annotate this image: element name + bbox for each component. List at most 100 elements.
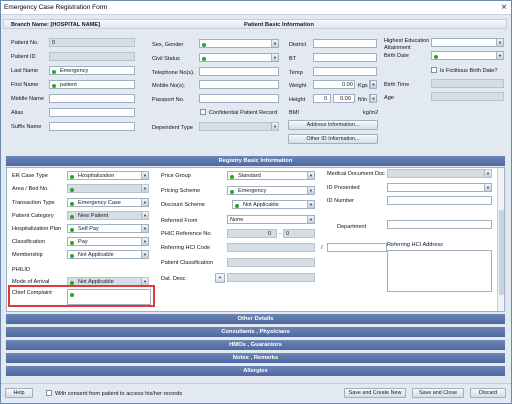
department-input[interactable] bbox=[387, 220, 492, 229]
chevron-down-icon[interactable]: ▼ bbox=[271, 123, 278, 130]
bmi-unit: kg/m2 bbox=[363, 110, 379, 116]
suffix-name-input[interactable] bbox=[49, 122, 135, 131]
close-icon[interactable]: × bbox=[501, 2, 507, 14]
bt-input[interactable] bbox=[313, 53, 377, 62]
referring-hci-input[interactable] bbox=[227, 243, 315, 252]
passport-input[interactable] bbox=[199, 94, 279, 103]
birth-date-input[interactable]: ▼ bbox=[431, 51, 504, 60]
er-case-type-select[interactable]: Hospitalization ▼ bbox=[67, 171, 149, 180]
help-button[interactable]: Help bbox=[5, 388, 33, 398]
middle-name-label: Middle Name bbox=[11, 96, 44, 102]
discount-scheme-select[interactable]: Not Applicable ▼ bbox=[232, 200, 315, 209]
dependent-type-label: Dependent Type bbox=[152, 125, 193, 131]
telephone-input[interactable] bbox=[199, 67, 279, 76]
chevron-down-icon[interactable]: ▼ bbox=[141, 225, 148, 232]
chevron-down-icon[interactable]: ▼ bbox=[141, 185, 148, 192]
hospitalization-plan-select[interactable]: Self Pay ▼ bbox=[67, 224, 149, 233]
height-unit-select[interactable]: ▼ bbox=[369, 94, 377, 103]
chevron-down-icon[interactable]: ▼ bbox=[496, 39, 503, 46]
required-icon bbox=[70, 240, 74, 245]
mobile-input[interactable] bbox=[199, 80, 279, 89]
referring-hci-name-input[interactable] bbox=[327, 243, 387, 252]
dependent-type-select[interactable]: ▼ bbox=[199, 122, 279, 131]
chevron-down-icon[interactable]: ▼ bbox=[307, 201, 314, 208]
chevron-down-icon[interactable]: ▼ bbox=[141, 199, 148, 206]
chevron-down-icon[interactable]: ▼ bbox=[141, 278, 148, 285]
fictitious-birthdate-checkbox[interactable] bbox=[431, 67, 437, 73]
classification-select[interactable]: Pay ▼ bbox=[67, 237, 149, 246]
weight-input[interactable]: 0.00 bbox=[313, 80, 355, 89]
chevron-down-icon[interactable]: ▼ bbox=[307, 187, 314, 194]
confidential-checkbox[interactable] bbox=[200, 109, 206, 115]
dat-desc-input[interactable] bbox=[227, 273, 315, 282]
registry-scrollbar[interactable] bbox=[497, 168, 504, 311]
civil-status-select[interactable]: ▼ bbox=[199, 53, 279, 62]
id-number-input[interactable] bbox=[387, 196, 492, 205]
chevron-down-icon[interactable]: ▼ bbox=[271, 40, 278, 47]
area-bed-select[interactable]: ▼ bbox=[67, 184, 149, 193]
temp-input[interactable] bbox=[313, 67, 377, 76]
district-input[interactable] bbox=[313, 39, 377, 48]
other-id-information-button[interactable]: Other ID Information... bbox=[288, 134, 378, 144]
consent-checkbox[interactable] bbox=[46, 390, 52, 396]
price-group-select[interactable]: Standard ▼ bbox=[227, 171, 315, 180]
section-consultants[interactable]: Consultants , Physicians bbox=[6, 327, 505, 337]
first-name-input[interactable]: patient bbox=[49, 80, 135, 89]
chevron-down-icon[interactable]: ▼ bbox=[271, 54, 278, 61]
add-icon[interactable]: + bbox=[215, 273, 225, 283]
age-field bbox=[431, 92, 504, 101]
discard-button[interactable]: Discard bbox=[470, 388, 506, 398]
chevron-down-icon[interactable]: ▼ bbox=[484, 184, 491, 191]
er-case-type-label: ER Case Type bbox=[12, 173, 48, 179]
registry-basic-info-header[interactable]: Registry Basic Information bbox=[6, 156, 505, 166]
window-title: Emergency Case Registration Form bbox=[4, 4, 108, 11]
chevron-down-icon[interactable]: ▼ bbox=[370, 81, 376, 88]
membership-label: Membership bbox=[12, 252, 43, 258]
required-icon bbox=[434, 54, 438, 59]
referring-hci-address-input[interactable] bbox=[387, 250, 492, 292]
id-presented-select[interactable]: ▼ bbox=[387, 183, 492, 192]
save-and-create-new-button[interactable]: Save and Create New bbox=[344, 388, 406, 398]
phic-dash: - bbox=[279, 231, 281, 237]
title-bar: Emergency Case Registration Form × bbox=[1, 1, 511, 15]
temp-label: Temp bbox=[289, 70, 303, 76]
height-ft-input[interactable]: 0 bbox=[313, 94, 331, 103]
membership-select[interactable]: Not Applicable ▼ bbox=[67, 250, 149, 259]
chevron-down-icon[interactable]: ▼ bbox=[141, 251, 148, 258]
patient-category-label: Patient Category bbox=[12, 213, 54, 219]
medical-doctor-select[interactable]: ▼ bbox=[387, 169, 492, 178]
address-information-button[interactable]: Address Information... bbox=[288, 120, 378, 130]
section-hmos[interactable]: HMOs , Guarantors bbox=[6, 340, 505, 350]
chevron-down-icon[interactable]: ▼ bbox=[141, 172, 148, 179]
phic-reference-input-2[interactable]: 0 bbox=[283, 229, 315, 238]
alias-input[interactable] bbox=[49, 108, 135, 117]
transaction-type-select[interactable]: Emergency Case ▼ bbox=[67, 198, 149, 207]
scrollbar-thumb[interactable] bbox=[499, 210, 504, 295]
chevron-down-icon[interactable]: ▼ bbox=[307, 216, 314, 223]
patient-category-select[interactable]: New Patient ▼ bbox=[67, 211, 149, 220]
chevron-down-icon[interactable]: ▼ bbox=[484, 170, 491, 177]
section-notes[interactable]: Notes , Remarks bbox=[6, 353, 505, 363]
pricing-scheme-select[interactable]: Emergency ▼ bbox=[227, 186, 315, 195]
section-allergies[interactable]: Allergies bbox=[6, 366, 505, 376]
patient-classification-input[interactable] bbox=[227, 258, 315, 267]
referring-hci-address-label: Referring HCI Address bbox=[387, 242, 443, 248]
referred-from-label: Referred From bbox=[161, 218, 198, 224]
calendar-dropdown-icon[interactable]: ▼ bbox=[496, 52, 503, 59]
save-and-close-button[interactable]: Save and Close bbox=[412, 388, 464, 398]
referred-from-select[interactable]: None ▼ bbox=[227, 215, 315, 224]
height-in-input[interactable]: 0.00 bbox=[333, 94, 355, 103]
passport-label: Passport No. bbox=[152, 97, 185, 103]
phic-reference-input-1[interactable]: 0 bbox=[227, 229, 277, 238]
weight-unit-select[interactable]: ▼ bbox=[369, 80, 377, 89]
highest-education-select[interactable]: ▼ bbox=[431, 38, 504, 47]
sex-gender-select[interactable]: ▼ bbox=[199, 39, 279, 48]
chevron-down-icon[interactable]: ▼ bbox=[141, 212, 148, 219]
chevron-down-icon[interactable]: ▼ bbox=[141, 238, 148, 245]
last-name-input[interactable]: Emergency bbox=[49, 66, 135, 75]
chevron-down-icon[interactable]: ▼ bbox=[307, 172, 314, 179]
chevron-down-icon[interactable]: ▼ bbox=[370, 95, 376, 102]
discount-scheme-label: Discount Scheme bbox=[161, 202, 205, 208]
section-other-details[interactable]: Other Details bbox=[6, 314, 505, 324]
middle-name-input[interactable] bbox=[49, 94, 135, 103]
